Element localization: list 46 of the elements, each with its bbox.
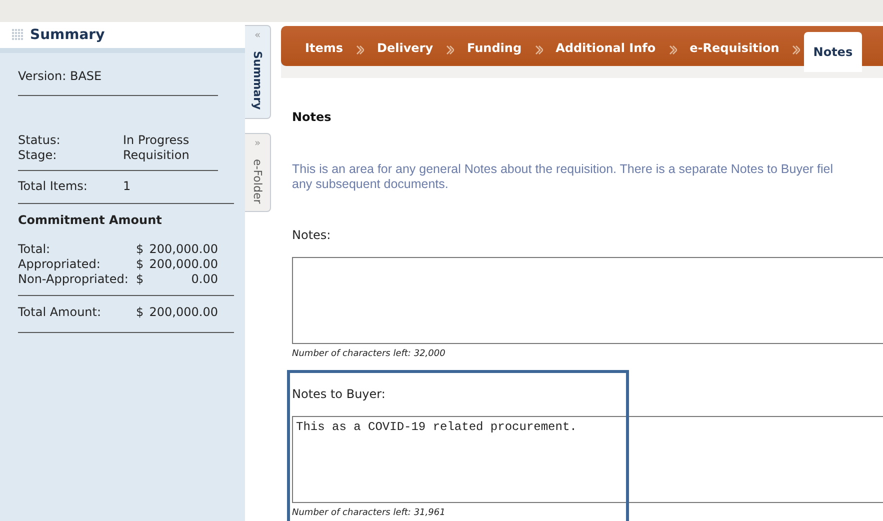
chevron-icon	[356, 45, 364, 55]
field-label: Total:	[18, 242, 52, 257]
section-heading: Notes	[292, 110, 332, 124]
field-label: Total Items:	[18, 179, 88, 194]
field-label: Non-Appropriated:	[18, 272, 130, 287]
field-label: Stage:	[18, 148, 58, 163]
description-text: This is an area for any general Notes about the requisition. There is a separate Notes to Buyer fiel	[292, 162, 834, 177]
chevron-icon	[446, 45, 454, 55]
notes-textarea[interactable]: This as a COVID-19 related procurement.	[292, 416, 883, 503]
currency-sign: $	[136, 305, 145, 320]
breadcrumb-tab[interactable]: Notes	[804, 32, 862, 72]
version-text: Version: BASE	[18, 69, 103, 83]
amount-value: 200,000.00	[148, 305, 218, 320]
chevron-icon	[668, 45, 677, 55]
arrow-glyph: «	[254, 30, 261, 41]
notes-textarea[interactable]	[292, 257, 883, 344]
amount-value: 0.00	[190, 272, 218, 287]
field-label: Appropriated:	[18, 257, 102, 272]
chevron-icon	[534, 45, 543, 55]
currency-sign: $	[136, 242, 145, 257]
field-value: In Progress	[123, 133, 190, 148]
arrow-glyph: »	[254, 138, 261, 149]
field-label: Status:	[18, 133, 62, 148]
field-value: Requisition	[123, 148, 190, 163]
field-label: Total Amount:	[18, 305, 102, 320]
grip-icon	[12, 29, 24, 41]
side-tab[interactable]: » e-Folder	[245, 132, 271, 212]
side-tab[interactable]: « Summary	[245, 25, 271, 119]
field-label: Notes:	[292, 228, 332, 242]
section-heading: Commitment Amount	[18, 213, 163, 227]
character-counter: Number of characters left: 32,000	[292, 349, 446, 359]
field-value: 1	[123, 179, 132, 194]
field-label: Notes to Buyer:	[292, 387, 386, 401]
panel-title: Summary	[30, 27, 105, 43]
amount-value: 200,000.00	[148, 242, 218, 257]
amount-value: 200,000.00	[148, 257, 218, 272]
character-counter: Number of characters left: 31,961	[292, 508, 446, 518]
currency-sign: $	[136, 272, 145, 287]
breadcrumb-tab[interactable]: Funding	[458, 30, 531, 66]
breadcrumb-tab[interactable]: Additional Info	[546, 30, 665, 66]
breadcrumb-tab[interactable]: Delivery	[368, 30, 442, 66]
description-text: any subsequent documents.	[292, 177, 450, 192]
chevron-icon	[792, 45, 800, 55]
breadcrumb-tab[interactable]: Items	[296, 30, 352, 66]
breadcrumb-tab[interactable]: e-Requisition	[680, 30, 788, 66]
currency-sign: $	[136, 257, 145, 272]
